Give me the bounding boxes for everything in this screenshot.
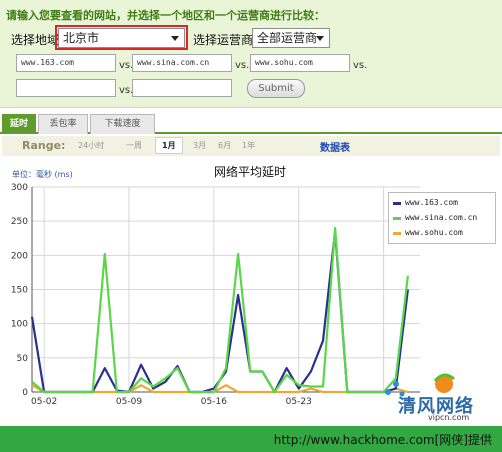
legend-label: www.sina.com.cn xyxy=(405,213,478,222)
series-line-www-sina-com-cn xyxy=(31,226,409,394)
legend-swatch xyxy=(393,217,401,220)
y-tick-label: 300 xyxy=(11,183,28,193)
chart-title: 网络平均延时 xyxy=(213,165,286,179)
legend-swatch xyxy=(393,202,401,205)
y-tick-label: 250 xyxy=(11,217,28,227)
x-tick-label: 05-09 xyxy=(116,397,142,407)
y-tick-label: 50 xyxy=(17,354,29,364)
legend-swatch xyxy=(393,232,401,235)
y-tick-label: 100 xyxy=(11,320,28,330)
footer-credit: http://www.hackhome.com[网侠]提供 xyxy=(273,433,492,447)
x-tick-label: 05-23 xyxy=(286,397,312,407)
footer-bar: http://www.hackhome.com[网侠]提供 xyxy=(0,426,502,452)
x-tick-label: 05-02 xyxy=(31,397,57,407)
y-unit-label: 单位：毫秒 (ms) xyxy=(12,170,73,179)
legend-label: www.sohu.com xyxy=(405,228,463,237)
chart-legend: www.163.com www.sina.com.cn www.sohu.com xyxy=(388,192,496,244)
y-tick-label: 0 xyxy=(22,388,28,398)
watermark-sub: vipcn.com xyxy=(428,413,470,422)
legend-label: www.163.com xyxy=(405,198,458,207)
y-tick-label: 150 xyxy=(11,286,28,296)
y-tick-label: 200 xyxy=(11,251,28,261)
x-tick-label: 05-16 xyxy=(201,397,227,407)
